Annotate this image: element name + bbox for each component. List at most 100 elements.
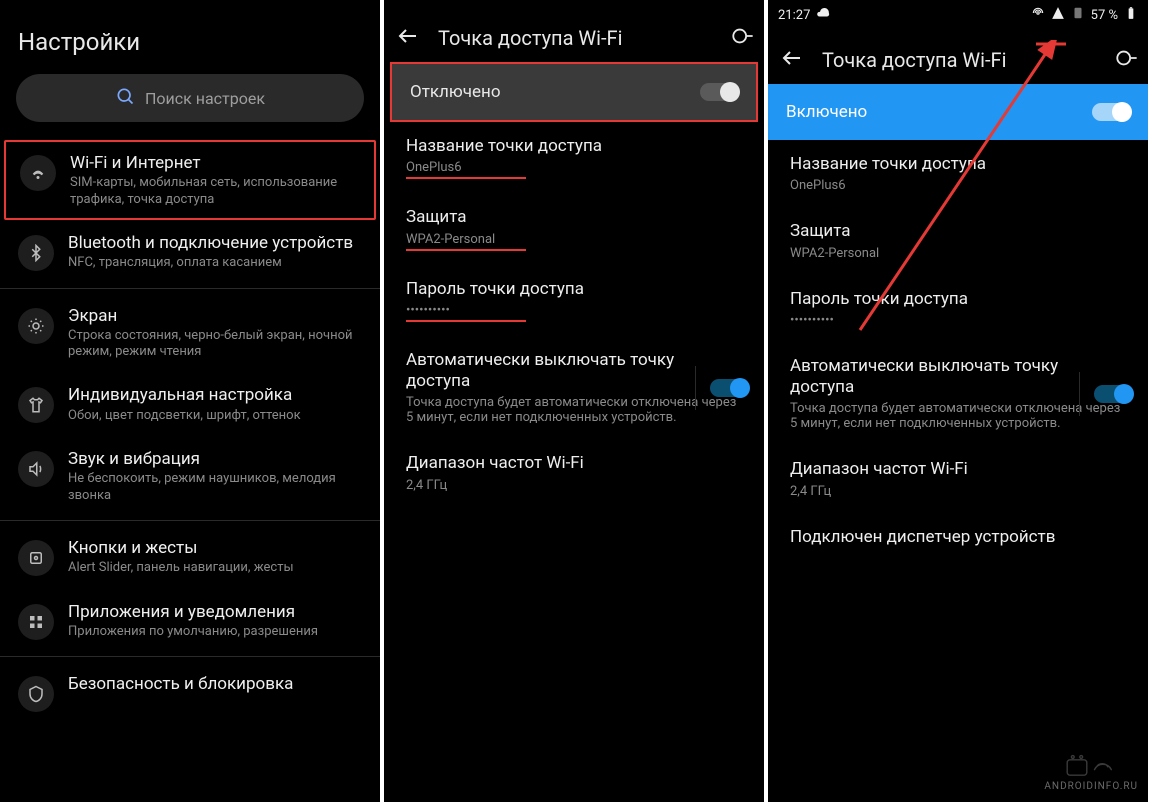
appbar: Точка доступа Wi-Fi [768,32,1148,84]
setting-row[interactable]: Диапазон частот Wi-Fi 2,4 ГГц [384,439,764,506]
status-bar: 21:27 57 % [768,0,1148,26]
security-icon [18,676,54,712]
setting-value: •••••••••• [790,313,1126,328]
item-title: Wi-Fi и Интернет [70,153,356,173]
setting-row[interactable]: Автоматически выключать точку доступаТоч… [384,336,764,440]
signal-icon [1051,6,1065,24]
back-icon[interactable] [780,46,804,74]
setting-row[interactable]: Подключен диспетчер устройств [768,513,1148,562]
item-title: Bluetooth и подключение устройств [68,233,358,253]
item-subtitle: Строка состояния, черно-белый экран, ноч… [68,328,358,361]
apps-icon [18,604,54,640]
setting-row[interactable]: Защита WPA2-Personal [384,193,764,264]
watermark: ANDROIDINFO.RU [1044,749,1138,792]
setting-title: Пароль точки доступа [790,289,1126,310]
shirt-icon [18,387,54,423]
setting-row[interactable]: Диапазон частот Wi-Fi 2,4 ГГц [768,445,1148,512]
item-subtitle: Приложения по умолчанию, разрешения [68,624,358,640]
setting-value: OnePlus6 [790,178,1126,193]
settings-item-apps[interactable]: Приложения и уведомления Приложения по ум… [0,589,380,653]
setting-title: Диапазон частот Wi-Fi [790,459,1126,480]
setting-value: 2,4 ГГц [790,484,1126,499]
search-wrap: Поиск настроек [0,74,380,140]
hotspot-toggle-row[interactable]: Включено [768,84,1148,140]
setting-title: Название точки доступа [406,136,742,157]
setting-row[interactable]: Пароль точки доступа •••••••••• [768,275,1148,342]
toggle-label: Отключено [410,82,501,102]
setting-title: Название точки доступа [790,154,1126,175]
wifi-icon [20,155,56,191]
setting-value: •••••••••• [406,303,742,318]
setting-title: Пароль точки доступа [406,279,742,300]
setting-title: Диапазон частот Wi-Fi [406,453,742,474]
sound-icon [18,451,54,487]
item-subtitle: SIM-карты, мобильная сеть, использование… [70,175,356,208]
hotspot-toggle-row[interactable]: Отключено [390,62,758,122]
battery-text: 57 % [1091,8,1118,23]
setting-value: Точка доступа будет автоматически отключ… [406,395,742,425]
setting-title: Автоматически выключать точку доступа [406,350,742,393]
panel-hotspot-off: Точка доступа Wi-Fi Отключено Название т… [384,0,768,802]
settings-item-bluetooth[interactable]: Bluetooth и подключение устройствNFC, тр… [0,220,380,284]
setting-value: 2,4 ГГц [406,478,742,493]
settings-item-wifi[interactable]: Wi-Fi и ИнтернетSIM-карты, мобильная сет… [6,142,374,218]
setting-value: WPA2-Personal [406,232,742,247]
appbar-title: Точка доступа Wi-Fi [438,26,712,50]
setting-row[interactable]: Название точки доступа OnePlus6 [768,140,1148,207]
item-title: Приложения и уведомления [68,602,358,622]
hotspot-icon [1031,6,1045,24]
panel-hotspot-on: 21:27 57 % Точка доступа Wi-Fi Включено … [768,0,1152,802]
page-title: Настройки [0,0,380,74]
settings-item-sound[interactable]: Звук и вибрацияНе беспокоить, режим науш… [0,436,380,516]
setting-row[interactable]: Защита WPA2-Personal [768,207,1148,274]
auto-off-toggle[interactable] [1094,385,1132,403]
hotspot-toggle[interactable] [700,83,738,101]
back-icon[interactable] [396,24,420,52]
search-icon [115,86,135,110]
search-input[interactable]: Поиск настроек [16,74,364,122]
appbar: Точка доступа Wi-Fi [384,10,764,62]
setting-value: OnePlus6 [406,160,742,175]
search-placeholder: Поиск настроек [145,89,265,108]
setting-row[interactable]: Название точки доступа OnePlus6 [384,122,764,193]
brightness-icon [18,308,54,344]
settings-item-shirt[interactable]: Индивидуальная настройкаОбои, цвет подсв… [0,372,380,436]
setting-title: Автоматически выключать точку доступа [790,356,1126,399]
search-icon[interactable] [1114,47,1136,73]
item-title: Безопасность и блокировка [68,674,358,694]
search-icon[interactable] [730,25,752,51]
battery-icon [1124,6,1138,24]
item-subtitle: Обои, цвет подсветки, шрифт, оттенок [68,408,358,424]
panel-settings: Настройки Поиск настроек Wi-Fi и Интерне… [0,0,384,802]
annotation-underline [406,320,526,322]
setting-value: Точка доступа будет автоматически отключ… [790,401,1126,431]
toggle-label: Включено [786,102,867,122]
buttons-icon [18,540,54,576]
setting-title: Защита [790,221,1126,242]
cloud-icon [816,6,830,24]
hotspot-settings-list: Название точки доступа OnePlus6 Защита WPA2… [384,122,764,507]
auto-off-toggle[interactable] [710,379,748,397]
hotspot-toggle[interactable] [1092,103,1130,121]
item-subtitle: Не беспокоить, режим наушников, мелодия … [68,471,358,504]
item-title: Звук и вибрация [68,449,358,469]
annotation-underline [406,177,526,179]
annotation-underline [406,249,526,251]
status-time: 21:27 [778,8,810,23]
item-title: Кнопки и жесты [68,538,358,558]
item-title: Экран [68,306,358,326]
settings-item-buttons[interactable]: Кнопки и жестыAlert Slider, панель навиг… [0,525,380,589]
no-sim-icon [1071,6,1085,24]
setting-value: WPA2-Personal [790,246,1126,261]
bluetooth-icon [18,235,54,271]
settings-item-security[interactable]: Безопасность и блокировка [0,661,380,724]
settings-item-brightness[interactable]: ЭкранСтрока состояния, черно-белый экран… [0,293,380,373]
appbar-title: Точка доступа Wi-Fi [822,48,1096,72]
hotspot-settings-list: Название точки доступа OnePlus6 Защита WPA2… [768,140,1148,562]
setting-row[interactable]: Автоматически выключать точку доступаТоч… [768,342,1148,446]
watermark-text: ANDROIDINFO.RU [1044,781,1138,792]
setting-title: Защита [406,207,742,228]
setting-title: Подключен диспетчер устройств [790,527,1126,548]
settings-list: Wi-Fi и ИнтернетSIM-карты, мобильная сет… [0,140,380,724]
setting-row[interactable]: Пароль точки доступа •••••••••• [384,265,764,336]
